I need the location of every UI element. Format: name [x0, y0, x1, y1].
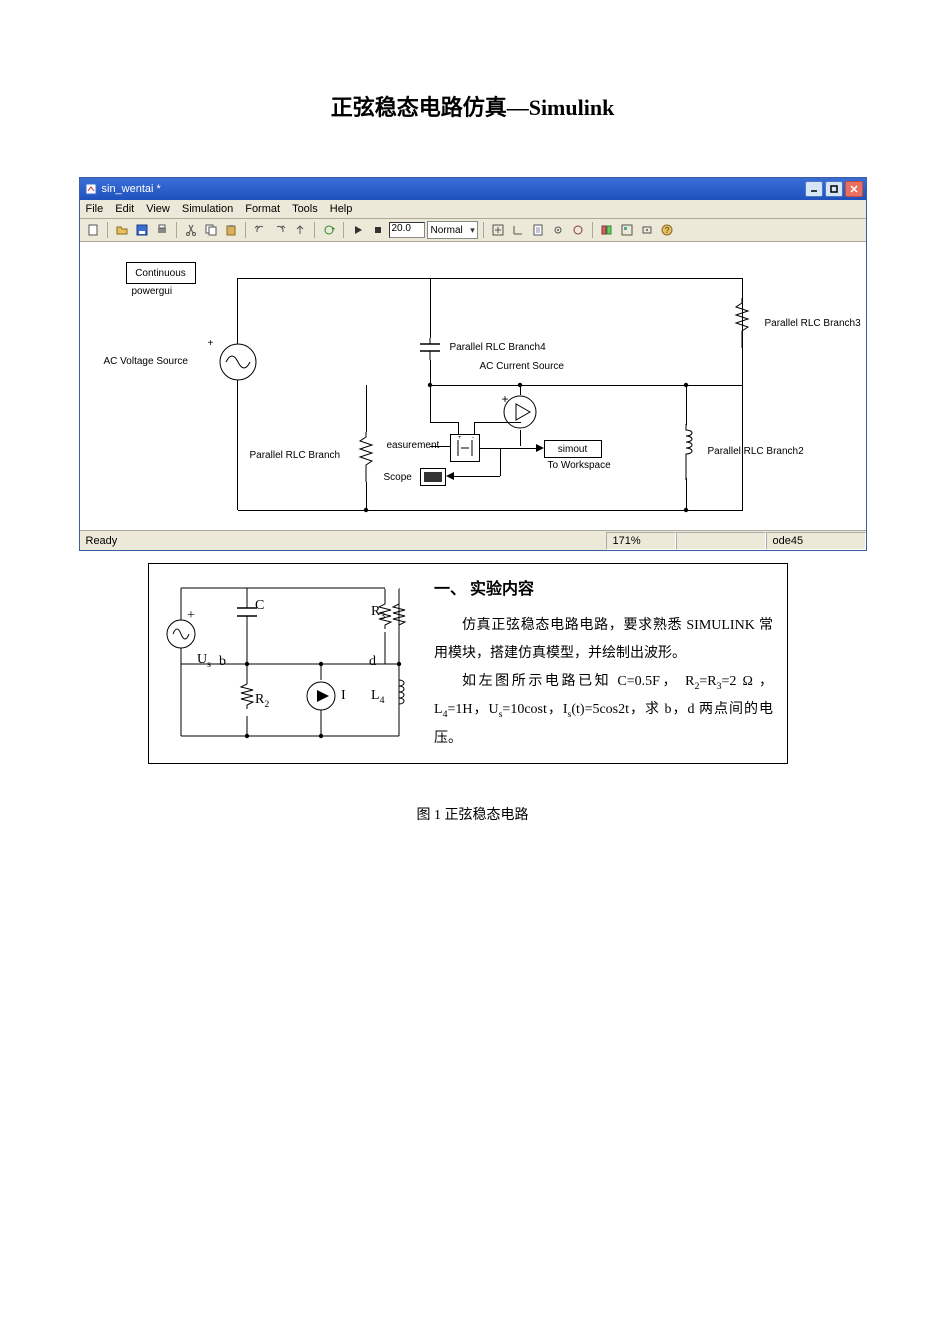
- menu-bar: File Edit View Simulation Format Tools H…: [80, 200, 866, 219]
- model-canvas[interactable]: Continuous powergui Parallel RLC Branch4…: [80, 242, 866, 530]
- title-cn: 正弦稳态电路仿真—: [331, 95, 529, 120]
- axis-icon[interactable]: [509, 221, 527, 239]
- plus-label: +: [208, 338, 214, 349]
- window-buttons: [805, 181, 866, 197]
- resistor-icon: [354, 432, 378, 482]
- us-label: Us: [197, 652, 211, 670]
- scope-block[interactable]: [420, 468, 446, 486]
- menu-tools[interactable]: Tools: [292, 203, 318, 215]
- status-ready: Ready: [80, 535, 580, 547]
- arrow-icon: [446, 472, 454, 480]
- close-button[interactable]: [845, 181, 863, 197]
- inductor-icon: [674, 424, 698, 480]
- b-label: b: [219, 654, 226, 670]
- separator-icon: [176, 222, 177, 238]
- c-label: C: [255, 598, 264, 614]
- separator-icon: [343, 222, 344, 238]
- page-icon[interactable]: [529, 221, 547, 239]
- measurement-label: easurement: [387, 440, 440, 451]
- tune-icon[interactable]: [489, 221, 507, 239]
- debug-icon[interactable]: [569, 221, 587, 239]
- menu-help[interactable]: Help: [330, 203, 353, 215]
- arrow-icon: [536, 444, 544, 452]
- branch-label: Parallel RLC Branch: [250, 450, 341, 461]
- port-icon[interactable]: [638, 221, 656, 239]
- status-solver: ode45: [766, 532, 866, 550]
- branch4-label: Parallel RLC Branch4: [450, 342, 546, 353]
- model-explorer-icon[interactable]: [618, 221, 636, 239]
- ac-voltage-source-icon[interactable]: [218, 342, 258, 382]
- menu-simulation[interactable]: Simulation: [182, 203, 233, 215]
- powergui-block[interactable]: Continuous: [126, 262, 196, 284]
- menu-file[interactable]: File: [86, 203, 104, 215]
- separator-icon: [245, 222, 246, 238]
- cut-icon[interactable]: [182, 221, 200, 239]
- section-title: 一、 实验内容: [434, 574, 773, 606]
- ac-voltage-label: AC Voltage Source: [104, 356, 189, 367]
- d-label: d: [369, 654, 376, 670]
- menu-format[interactable]: Format: [245, 203, 280, 215]
- up-icon[interactable]: [291, 221, 309, 239]
- section-text: 一、 实验内容 仿真正弦稳态电路电路，要求熟悉 SIMULINK 常用模块，搭建…: [424, 564, 787, 763]
- status-empty: [676, 532, 766, 550]
- menu-view[interactable]: View: [146, 203, 170, 215]
- r3-label: R3: [371, 604, 385, 622]
- library-icon[interactable]: [598, 221, 616, 239]
- maximize-button[interactable]: [825, 181, 843, 197]
- circuit-schematic: + Us b C R3 d R2 I L4: [149, 564, 424, 756]
- separator-icon: [592, 222, 593, 238]
- simulink-window: sin_wentai * File Edit View Simulation F…: [79, 177, 867, 551]
- menu-edit[interactable]: Edit: [115, 203, 134, 215]
- ac-current-label: AC Current Source: [480, 361, 564, 372]
- paragraph-1: 仿真正弦稳态电路电路，要求熟悉 SIMULINK 常用模块，搭建仿真模型，并绘制…: [434, 612, 773, 668]
- open-icon[interactable]: [113, 221, 131, 239]
- help-icon[interactable]: ?: [658, 221, 676, 239]
- plus-label: +: [187, 608, 195, 624]
- i-label: I: [341, 688, 346, 704]
- stop-time-input[interactable]: 20.0: [389, 222, 425, 238]
- measurement-block[interactable]: +-: [450, 434, 480, 462]
- minimize-button[interactable]: [805, 181, 823, 197]
- document-title: 正弦稳态电路仿真—Simulink: [78, 90, 867, 122]
- app-icon: [84, 182, 98, 196]
- paragraph-2: 如左图所示电路已知 C=0.5F， R2=R3=2 Ω ， L4=1H，Us=1…: [434, 668, 773, 753]
- window-file-title: sin_wentai *: [102, 183, 805, 195]
- simout-block[interactable]: simout: [544, 440, 602, 458]
- figure-caption: 图 1 正弦稳态电路: [78, 804, 867, 824]
- scope-label: Scope: [384, 472, 412, 483]
- branch2-label: Parallel RLC Branch2: [708, 446, 804, 457]
- title-latin: Simulink: [529, 95, 615, 120]
- window-titlebar: sin_wentai *: [80, 178, 866, 200]
- powergui-label: powergui: [132, 286, 173, 297]
- mode-select[interactable]: Normal: [427, 221, 478, 239]
- resistor-icon: [730, 298, 754, 348]
- refresh-icon[interactable]: [320, 221, 338, 239]
- toolbar: 20.0 Normal ?: [80, 219, 866, 242]
- svg-text:+: +: [458, 436, 462, 441]
- r2-label: R2: [255, 692, 269, 710]
- status-bar: Ready 171% ode45: [80, 530, 866, 550]
- status-zoom: 171%: [606, 532, 676, 550]
- redo-icon[interactable]: [271, 221, 289, 239]
- capacitor-icon: [416, 338, 444, 360]
- separator-icon: [314, 222, 315, 238]
- branch3-label: Parallel RLC Branch3: [765, 318, 861, 329]
- paste-icon[interactable]: [222, 221, 240, 239]
- gear-icon[interactable]: [549, 221, 567, 239]
- figure-box: + Us b C R3 d R2 I L4 一、 实验内容 仿真正弦稳态电路电路…: [148, 563, 788, 764]
- svg-text:-: -: [472, 436, 474, 441]
- undo-icon[interactable]: [251, 221, 269, 239]
- save-icon[interactable]: [133, 221, 151, 239]
- to-workspace-label: To Workspace: [548, 460, 611, 471]
- print-icon[interactable]: [153, 221, 171, 239]
- stop-icon[interactable]: [369, 221, 387, 239]
- ac-current-source-icon[interactable]: [502, 394, 538, 430]
- l4-label: L4: [371, 688, 384, 706]
- new-icon[interactable]: [84, 221, 102, 239]
- separator-icon: [107, 222, 108, 238]
- separator-icon: [483, 222, 484, 238]
- svg-text:?: ?: [665, 226, 670, 235]
- copy-icon[interactable]: [202, 221, 220, 239]
- play-icon[interactable]: [349, 221, 367, 239]
